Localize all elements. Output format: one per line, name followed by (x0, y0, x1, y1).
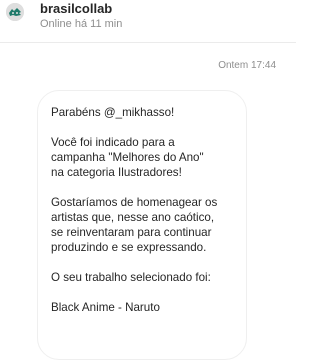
message-timestamp: Ontem 17:44 (218, 60, 276, 71)
avatar[interactable] (6, 3, 24, 21)
brasilcollab-logo-icon (6, 3, 24, 21)
contact-status: Online há 11 min (40, 18, 123, 30)
message-line: se reinventaram para continuar (51, 226, 212, 239)
message-line: artistas que, nesse ano caótico, (51, 211, 215, 224)
message-line: Você foi indicado para a (51, 136, 175, 149)
message-line: Black Anime - Naruto (51, 301, 160, 314)
message-line: O seu trabalho selecionado foi: (51, 271, 211, 284)
message-bubble[interactable]: Parabéns @_mikhasso! Você foi indicado p… (37, 90, 247, 360)
message-line: na categoria Ilustradores! (51, 166, 182, 179)
message-line: Parabéns @_mikhasso! (51, 106, 175, 119)
chat-header: brasilcollab Online há 11 min (0, 0, 296, 43)
message-line: Gostaríamos de homenagear os (51, 196, 218, 209)
contact-name[interactable]: brasilcollab (40, 1, 112, 16)
message-line: campanha "Melhores do Ano" (51, 151, 204, 164)
message-line: produzindo e se expressando. (51, 241, 207, 254)
